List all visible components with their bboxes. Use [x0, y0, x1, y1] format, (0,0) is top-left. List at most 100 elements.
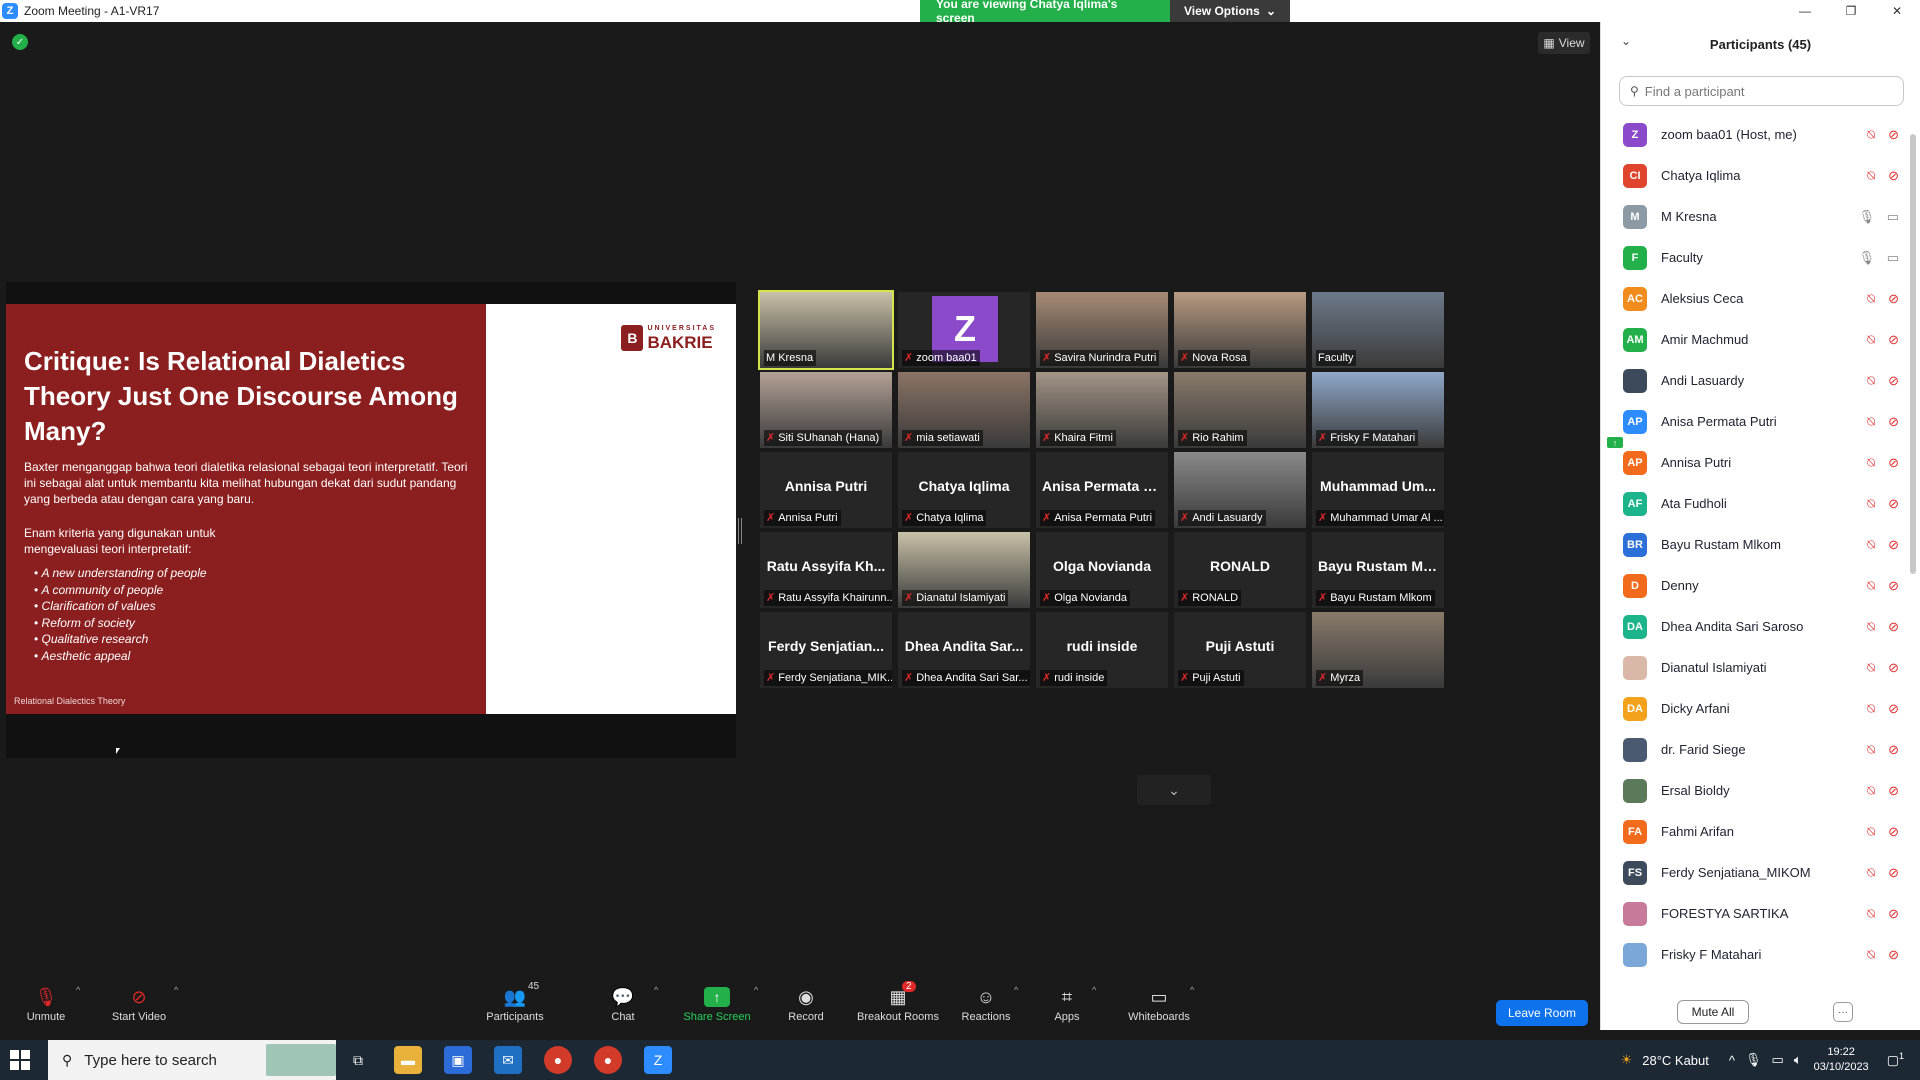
video-off-icon[interactable]: ⊘ [1888, 168, 1899, 184]
mic-muted-icon[interactable]: ⍉ [1867, 414, 1875, 430]
video-off-icon[interactable]: ⊘ [1888, 373, 1899, 389]
video-camera-icon[interactable]: ▭ [1887, 209, 1899, 225]
video-off-icon[interactable]: ⊘ [1888, 742, 1899, 758]
video-tile[interactable]: Anisa Permata P... ✗ Anisa Permata Putri [1036, 452, 1168, 528]
record-button[interactable]: ◉ Record [786, 985, 826, 1029]
close-button[interactable]: ✕ [1874, 0, 1920, 22]
mic-muted-icon[interactable]: ⍉ [1867, 947, 1875, 963]
zoom-app-icon[interactable]: Z [644, 1046, 672, 1074]
mic-muted-icon[interactable]: ⍉ [1867, 865, 1875, 881]
whiteboards-caret-icon[interactable]: ^ [1190, 985, 1194, 995]
start-video-button[interactable]: ⊘ Start Video ^ [104, 985, 178, 1029]
video-off-icon[interactable]: ⊘ [1888, 701, 1899, 717]
participant-row[interactable]: FA Fahmi Arifan ⍉ ⊘ [1601, 811, 1907, 852]
mic-muted-icon[interactable]: ⍉ [1867, 619, 1875, 635]
microphone-icon[interactable]: 🎙︎ [1858, 250, 1875, 266]
participant-list-scrollbar[interactable] [1910, 134, 1916, 574]
video-camera-icon[interactable]: ▭ [1887, 250, 1899, 266]
video-off-icon[interactable]: ⊘ [1888, 783, 1899, 799]
breakout-rooms-button[interactable]: ▦ Breakout Rooms 2 [854, 981, 942, 1029]
participant-row[interactable]: CI Chatya Iqlima ↑ ⍉ ⊘ [1601, 155, 1907, 448]
participant-row[interactable]: AF Ata Fudholi ⍉ ⊘ [1601, 483, 1907, 524]
video-off-icon[interactable]: ⊘ [1888, 127, 1899, 143]
mic-muted-icon[interactable]: ⍉ [1867, 701, 1875, 717]
participant-row[interactable]: FORESTYA SARTIKA ⍉ ⊘ [1601, 893, 1907, 934]
participant-row[interactable]: AC Aleksius Ceca ⍉ ⊘ [1601, 278, 1907, 319]
view-button[interactable]: ▦ View [1538, 32, 1590, 54]
participant-row[interactable]: AP Annisa Putri ⍉ ⊘ [1601, 442, 1907, 483]
taskbar-search-input[interactable]: ⚲ Type here to search [48, 1040, 336, 1080]
participant-row[interactable]: FS Ferdy Senjatiana_MIKOM ⍉ ⊘ [1601, 852, 1907, 893]
video-tile[interactable]: Olga Novianda ✗ Olga Novianda [1036, 532, 1168, 608]
video-tile[interactable]: ✗ Nova Rosa [1174, 292, 1306, 368]
video-tile[interactable]: ✗ Savira Nurindra Putri [1036, 292, 1168, 368]
video-off-icon[interactable]: ⊘ [1888, 578, 1899, 594]
encryption-shield-icon[interactable]: ✓ [12, 34, 28, 50]
participant-row[interactable]: F Faculty 🎙︎ ▭ [1601, 237, 1907, 278]
video-tile[interactable]: Puji Astuti ✗ Puji Astuti [1174, 612, 1306, 688]
chat-button[interactable]: 💬 Chat ^ [608, 985, 658, 1029]
apps-button[interactable]: ⌗ Apps ^ [1052, 985, 1096, 1029]
video-off-icon[interactable]: ⊘ [1888, 824, 1899, 840]
chrome-icon[interactable]: ● [544, 1046, 572, 1074]
video-options-caret-icon[interactable]: ^ [174, 985, 178, 995]
share-screen-button[interactable]: ↑ Share Screen ^ [680, 985, 758, 1029]
video-tile[interactable]: Chatya Iqlima ✗ Chatya Iqlima [898, 452, 1030, 528]
video-tile[interactable]: ✗ mia setiawati [898, 372, 1030, 448]
whiteboards-button[interactable]: ▭ Whiteboards ^ [1124, 985, 1194, 1029]
video-tile[interactable]: ✗ Dianatul Islamiyati [898, 532, 1030, 608]
mic-muted-icon[interactable]: ⍉ [1867, 332, 1875, 348]
video-tile[interactable]: Bayu Rustam Ml... ✗ Bayu Rustam Mlkom [1312, 532, 1444, 608]
participant-row[interactable]: D Denny ⍉ ⊘ [1601, 565, 1907, 606]
reactions-button[interactable]: ☺ Reactions ^ [960, 985, 1019, 1029]
reactions-caret-icon[interactable]: ^ [1014, 985, 1018, 995]
video-tile[interactable]: Annisa Putri ✗ Annisa Putri [760, 452, 892, 528]
mic-muted-icon[interactable]: ⍉ [1867, 783, 1875, 799]
gallery-next-page-button[interactable]: ⌄ [1137, 775, 1211, 805]
file-explorer-icon[interactable]: ▬ [394, 1046, 422, 1074]
leave-room-button[interactable]: Leave Room [1496, 1000, 1588, 1026]
participant-row[interactable]: Ersal Bioldy ⍉ ⊘ [1601, 770, 1907, 811]
task-view-icon[interactable]: ⧉ [344, 1046, 372, 1074]
video-off-icon[interactable]: ⊘ [1888, 619, 1899, 635]
clock[interactable]: 19:22 03/10/2023 [1814, 1045, 1869, 1075]
participant-search-input[interactable]: ⚲ Find a participant [1619, 76, 1904, 106]
mic-muted-icon[interactable]: ⍉ [1867, 455, 1875, 471]
audio-options-caret-icon[interactable]: ^ [76, 985, 80, 995]
more-options-button[interactable]: ··· [1833, 1002, 1853, 1022]
participants-button[interactable]: 👥 Participants 45 [478, 981, 552, 1029]
store-icon[interactable]: ▣ [444, 1046, 472, 1074]
collapse-chevron-icon[interactable]: ⌄ [1621, 34, 1631, 48]
video-tile[interactable]: ✗ Khaira Fitmi [1036, 372, 1168, 448]
video-off-icon[interactable]: ⊘ [1888, 332, 1899, 348]
participant-row[interactable]: Dianatul Islamiyati ⍉ ⊘ [1601, 647, 1907, 688]
microphone-icon[interactable]: 🎙︎ [1858, 209, 1875, 225]
network-icon[interactable]: ▭ [1772, 1052, 1784, 1068]
video-off-icon[interactable]: ⊘ [1888, 947, 1899, 963]
participant-row[interactable]: dr. Farid Siege ⍉ ⊘ [1601, 729, 1907, 770]
mail-icon[interactable]: ✉ [494, 1046, 522, 1074]
participant-row[interactable]: Zzoom baa01 (Host, me) ⍉ ⊘ [1601, 114, 1907, 155]
video-off-icon[interactable]: ⊘ [1888, 906, 1899, 922]
participant-row[interactable]: DA Dicky Arfani ⍉ ⊘ [1601, 688, 1907, 729]
video-tile[interactable]: Ferdy Senjatian... ✗ Ferdy Senjatiana_MIK.… [760, 612, 892, 688]
participant-row[interactable]: Andi Lasuardy ⍉ ⊘ [1601, 360, 1907, 401]
apps-caret-icon[interactable]: ^ [1092, 985, 1096, 995]
video-tile[interactable]: ✗ Myrza [1312, 612, 1444, 688]
share-options-caret-icon[interactable]: ^ [754, 985, 758, 995]
mic-muted-icon[interactable]: ⍉ [1867, 168, 1875, 184]
video-off-icon[interactable]: ⊘ [1888, 414, 1899, 430]
maximize-button[interactable]: ❐ [1828, 0, 1874, 22]
show-hidden-icons-icon[interactable]: ^ [1729, 1053, 1735, 1068]
video-off-icon[interactable]: ⊘ [1888, 537, 1899, 553]
notification-icon[interactable]: ▢1 [1887, 1051, 1904, 1068]
mic-muted-icon[interactable]: ⍉ [1867, 496, 1875, 512]
volume-icon[interactable]: 🔈︎ [1794, 1052, 1802, 1068]
mic-muted-icon[interactable]: ⍉ [1867, 824, 1875, 840]
minimize-button[interactable]: — [1782, 0, 1828, 22]
view-options-button[interactable]: View Options ⌄ [1170, 0, 1290, 22]
mic-muted-icon[interactable]: ⍉ [1867, 906, 1875, 922]
video-off-icon[interactable]: ⊘ [1888, 455, 1899, 471]
video-tile[interactable]: ✗ Frisky F Matahari [1312, 372, 1444, 448]
mic-muted-icon[interactable]: ⍉ [1867, 578, 1875, 594]
